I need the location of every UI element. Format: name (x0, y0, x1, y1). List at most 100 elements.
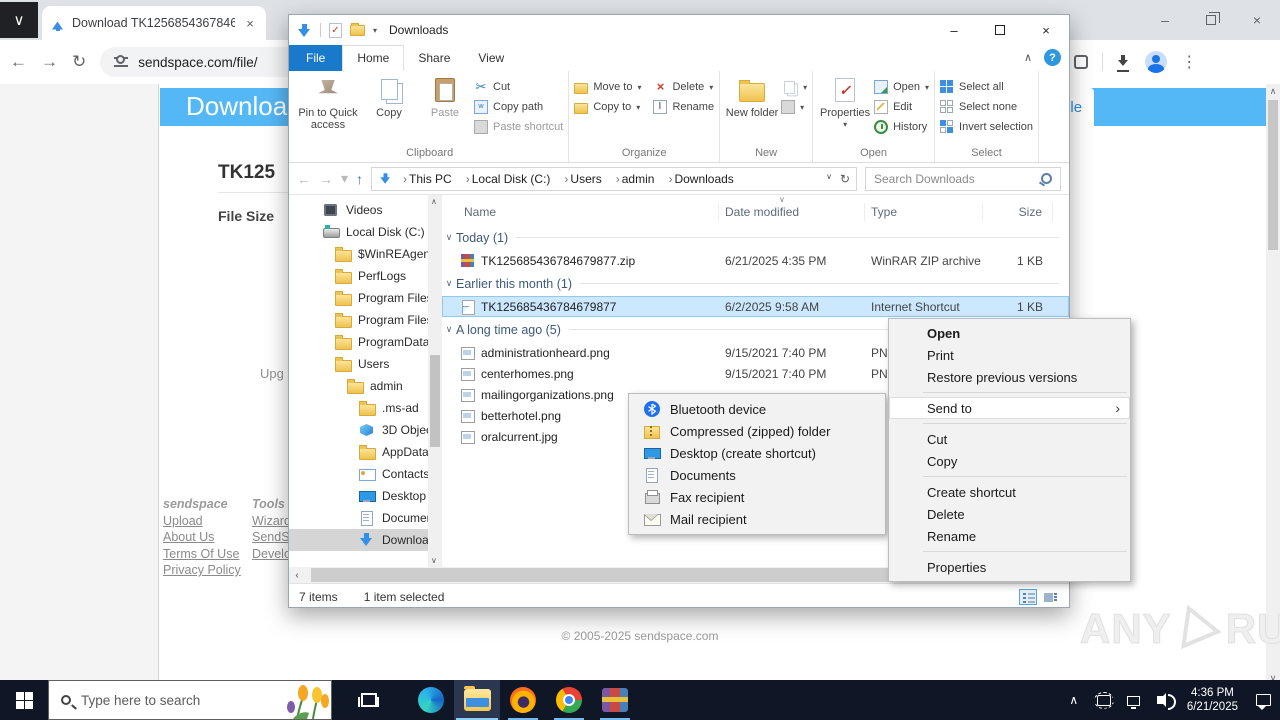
scrollbar-thumb[interactable] (1268, 100, 1278, 250)
context-menu-item[interactable] (889, 547, 1130, 556)
sidebar-item[interactable]: AppData (289, 441, 428, 463)
move-to-button[interactable]: Move to ▾ (574, 77, 641, 97)
details-view-button[interactable] (1019, 588, 1037, 605)
tab-search-button[interactable]: ∨ (0, 2, 38, 38)
site-settings-icon[interactable] (114, 55, 129, 67)
taskbar-explorer-button[interactable] (454, 680, 500, 720)
properties-button[interactable]: ✓ Properties ▾ (818, 74, 872, 131)
tab-home[interactable]: Home (342, 45, 405, 71)
context-menu-item[interactable]: Delete (889, 503, 1130, 525)
breadcrumb-item[interactable]: Users (556, 172, 607, 186)
footer-link[interactable]: SendS (252, 529, 291, 546)
new-item-button[interactable]: ▾ (781, 77, 807, 97)
sidebar-scrollbar[interactable]: ∧ ∨ (428, 195, 442, 567)
pin-to-quick-access-button[interactable]: Pin to Quick access (296, 74, 360, 131)
sidebar-item[interactable]: .ms-ad (289, 397, 428, 419)
browser-tab[interactable]: Download TK125685436784679 × (42, 6, 266, 40)
downloads-icon[interactable] (1117, 55, 1131, 72)
breadcrumb-item[interactable]: admin (608, 172, 661, 186)
thumbnails-view-button[interactable] (1041, 589, 1059, 605)
copy-path-button[interactable]: w Copy path (474, 97, 563, 117)
sidebar-item[interactable]: Program Files (289, 309, 428, 331)
up-button[interactable]: ↑ (356, 171, 363, 187)
column-name[interactable]: Name (442, 203, 719, 221)
context-menu-item[interactable]: Cut (889, 428, 1130, 450)
menu-item-bluetooth[interactable]: Bluetooth device (629, 398, 885, 420)
forward-button[interactable]: → (319, 171, 333, 187)
sidebar-item[interactable]: Contacts (289, 463, 428, 485)
delete-button[interactable]: × Delete ▾ (653, 77, 714, 97)
recent-locations-icon[interactable]: ▾ (341, 170, 348, 187)
taskbar-firefox-button[interactable] (500, 680, 546, 720)
column-type[interactable]: Type (865, 203, 983, 221)
footer-link[interactable]: Upload (163, 513, 241, 530)
context-menu-item[interactable] (889, 472, 1130, 481)
profile-avatar[interactable] (1145, 51, 1168, 73)
taskbar-winrar-button[interactable] (592, 680, 638, 720)
easy-access-button[interactable]: ▾ (781, 97, 807, 117)
new-folder-button[interactable]: New folder (725, 74, 779, 119)
menu-item-desktop-shortcut[interactable]: Desktop (create shortcut) (629, 442, 885, 464)
footer-link[interactable]: Terms Of Use (163, 546, 241, 563)
menu-item-mail-recipient[interactable]: Mail recipient (629, 508, 885, 530)
clock[interactable]: 4:36 PM 6/21/2025 (1179, 686, 1246, 714)
group-collapse-icon[interactable]: ∨ (442, 324, 456, 335)
extensions-icon[interactable] (1074, 55, 1089, 69)
context-menu-item[interactable]: Send to › (889, 397, 1130, 419)
browser-minimize-button[interactable]: – (1142, 0, 1188, 40)
browser-close-button[interactable]: × (1234, 0, 1280, 40)
sidebar-item[interactable]: Local Disk (C:) (289, 221, 428, 243)
scroll-up-icon[interactable]: ∧ (1266, 86, 1280, 97)
context-menu-item[interactable]: Open (889, 322, 1130, 344)
paste-shortcut-button[interactable]: Paste shortcut (474, 117, 563, 137)
breadcrumb-bar[interactable]: This PCLocal Disk (C:)UsersadminDownload… (371, 166, 857, 191)
collapse-ribbon-icon[interactable]: ∧ (1024, 51, 1032, 64)
sidebar-item[interactable]: 3D Objects (289, 419, 428, 441)
help-icon[interactable]: ? (1044, 49, 1061, 66)
footer-link[interactable]: Wizard (252, 513, 291, 530)
properties-quickaccess-icon[interactable]: ✓ (329, 22, 342, 38)
tab-view[interactable]: View (464, 45, 518, 71)
hidden-icons-chevron[interactable]: ∧ (1059, 680, 1089, 720)
maximize-button[interactable] (977, 15, 1023, 45)
context-menu-item[interactable]: Restore previous versions (889, 366, 1130, 388)
tab-share[interactable]: Share (404, 45, 464, 71)
network-icon[interactable] (1119, 680, 1149, 720)
breadcrumb-item[interactable]: Local Disk (C:) (458, 172, 557, 186)
cut-button[interactable]: ✂ Cut (474, 77, 563, 97)
address-dropdown-icon[interactable]: ∨ (826, 172, 832, 186)
context-menu-item[interactable]: Properties (889, 556, 1130, 578)
sidebar-item[interactable]: admin (289, 375, 428, 397)
close-button[interactable]: × (1023, 15, 1069, 45)
scrollbar-thumb[interactable] (430, 355, 440, 447)
select-all-button[interactable]: Select all (940, 77, 1033, 97)
edit-button[interactable]: Edit (874, 97, 929, 117)
breadcrumb-item[interactable]: Downloads (660, 172, 739, 186)
history-button[interactable]: History (874, 117, 929, 137)
browser-restore-button[interactable] (1188, 0, 1234, 40)
quickaccess-dropdown-icon[interactable]: ▾ (373, 26, 377, 35)
sidebar-item[interactable]: PerfLogs (289, 265, 428, 287)
rename-button[interactable]: Rename (653, 97, 714, 117)
taskbar-search-input[interactable]: Type here to search (48, 680, 332, 720)
refresh-icon[interactable]: ↻ (840, 172, 850, 186)
task-view-button[interactable] (346, 680, 392, 720)
group-collapse-icon[interactable]: ∨ (442, 278, 456, 289)
anyrun-monitor-icon[interactable] (1089, 680, 1119, 720)
newfolder-quickaccess-icon[interactable] (350, 22, 365, 36)
menu-item-documents[interactable]: Documents (629, 464, 885, 486)
scroll-up-icon[interactable]: ∧ (431, 197, 437, 206)
context-menu-item[interactable]: Rename (889, 525, 1130, 547)
scrollbar-thumb[interactable] (311, 568, 925, 582)
back-button[interactable]: ← (297, 171, 311, 187)
select-none-button[interactable]: Select none (940, 97, 1033, 117)
footer-link[interactable]: Privacy Policy (163, 562, 241, 579)
scroll-left-icon[interactable]: ‹ (289, 570, 305, 581)
browser-menu-icon[interactable]: ⋮ (1181, 52, 1197, 72)
notification-center-button[interactable] (1246, 694, 1280, 710)
sidebar-item[interactable]: Documents (289, 507, 428, 529)
copy-button[interactable]: Copy (362, 74, 416, 119)
column-date-modified[interactable]: ∨ Date modified (719, 195, 865, 221)
table-row[interactable]: ∨ Today (1) (442, 225, 1069, 250)
sidebar-item[interactable]: ProgramData (289, 331, 428, 353)
